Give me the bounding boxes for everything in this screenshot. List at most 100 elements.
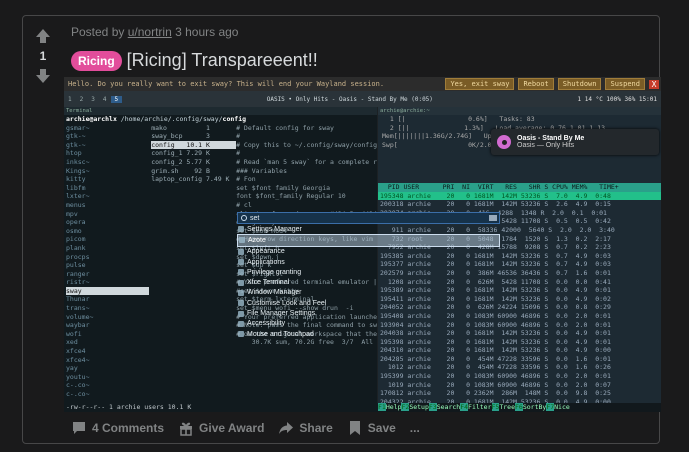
ranger-entry: procps — [66, 252, 90, 261]
launcher-result-label: Azote — [248, 236, 266, 244]
swaynag-reboot-button: Reboot — [518, 78, 554, 90]
bar-window-title: OASIS • Only Hits - Oasis - Stand By Me … — [266, 95, 433, 103]
ranger-entry: c-.co~ — [66, 390, 90, 398]
ranger-entry: inksc~ — [66, 157, 90, 166]
htop-fkey-label: Tree — [499, 403, 515, 412]
gift-icon — [180, 422, 193, 436]
post-flair[interactable]: Ricing — [71, 50, 122, 71]
launcher-result: Azote — [237, 234, 500, 247]
launcher-result-label: Mouse and Touchpad — [247, 330, 314, 338]
share-icon — [279, 422, 294, 434]
ranger-entry: menus — [66, 200, 86, 209]
ranger-entry: yay — [66, 364, 78, 373]
bookmark-icon — [349, 421, 360, 435]
mako-notification: Oasis - Stand By Me Oasis — Only Hits — [491, 129, 659, 155]
htop-process-row: 200318 archie 20 0 1681M 142M 53236 S 2.… — [380, 200, 611, 209]
share-button[interactable]: Share — [278, 420, 333, 436]
author-link[interactable]: u/nortrin — [128, 25, 172, 39]
ranger-entry: sway_bcp 3 — [151, 132, 210, 141]
give-award-button[interactable]: Give Award — [178, 420, 264, 436]
htop-fkey-label: SortBy — [522, 403, 547, 412]
config-line: # Default config for sway — [236, 123, 334, 132]
app-icon — [238, 331, 244, 338]
config-line: # Read `man 5 sway` for a complete r — [236, 157, 377, 166]
ranger-entry: waybar — [66, 321, 90, 330]
htop-fkey: F7 — [546, 403, 555, 412]
terminal-title: archie@archie:~ — [378, 107, 661, 115]
ranger-entry: volume~ — [66, 312, 94, 321]
swaynag-shutdown-button: Shutdown — [557, 78, 602, 90]
ranger-entry: ristr~ — [66, 278, 90, 287]
ranger-entry: lxter~ — [66, 192, 90, 201]
app-icon — [238, 226, 244, 233]
swaynag-close-button: X — [649, 79, 659, 89]
upvote-button[interactable] — [33, 26, 53, 46]
workspace-button: 3 — [91, 95, 95, 103]
comments-button[interactable]: 4 Comments — [71, 420, 164, 436]
launcher-result: Window Manager — [237, 288, 500, 298]
ranger-parent-column: gsmar~ gtk-~ gtk-~ htop inksc~ Kings~ kitty lib… — [64, 123, 150, 399]
launcher-result: Appearance — [237, 247, 500, 257]
swaynag-bar: Hello. Do you really want to exit sway? … — [64, 77, 661, 91]
launcher-result-label: Appearance — [247, 248, 285, 256]
swaynag-exit-button: Yes, exit sway — [445, 78, 515, 90]
ranger-entry: libfm — [66, 183, 86, 192]
config-line: ### Variables — [236, 166, 287, 175]
notification-subtitle: Oasis — Only Hits — [517, 142, 575, 149]
post-meta: Posted by u/nortrin 3 hours ago — [71, 25, 238, 39]
post-card: 1 Posted by u/nortrin 3 hours ago Ricing… — [22, 15, 661, 444]
app-icon — [239, 237, 245, 244]
launcher-result: Xfce Terminal — [237, 277, 500, 287]
search-icon — [241, 215, 247, 221]
workspace-button: 1 — [68, 95, 72, 103]
downvote-button[interactable] — [33, 66, 53, 86]
ranger-entry: gtk-~ — [66, 132, 86, 141]
vote-score: 1 — [39, 49, 47, 63]
ranger-current-column: mako 1 sway_bcp 3 config 10.1 Kconfig_1 7.… — [149, 123, 237, 399]
ranger-entry: pulse — [66, 261, 86, 270]
bar-stats: 1 14 °C 100% 36% 15:01 — [577, 95, 657, 103]
app-icon — [238, 269, 244, 276]
app-icon — [238, 310, 244, 317]
post-title[interactable]: [Ricing] Transpareeent!! — [127, 50, 318, 71]
htop-fkey: F6 — [515, 403, 523, 412]
ranger-entry: xfce4 — [66, 347, 86, 356]
ranger-entry: picom — [66, 235, 86, 244]
workspace-button: 5 — [110, 95, 123, 103]
ranger-entry: sway — [66, 286, 150, 296]
htop-fkey-label: Nice — [554, 403, 570, 412]
ranger-entry: gsmar~ — [66, 123, 90, 132]
launcher-query: set — [250, 214, 260, 222]
launcher-result-label: Applications — [247, 258, 285, 266]
ranger-entry: opera — [66, 218, 86, 227]
ranger-entry: ranger — [66, 269, 90, 278]
app-icon — [238, 259, 244, 266]
config-line: # — [236, 149, 241, 158]
give-award-label: Give Award — [199, 421, 265, 435]
ranger-entry: mako 1 — [151, 123, 210, 132]
upvote-icon — [36, 29, 50, 43]
ranger-entry: xfce4~ — [66, 355, 90, 364]
save-button[interactable]: Save — [347, 420, 396, 436]
htop-meter-line: 1 [| 0.6%] Tasks: 83 — [382, 115, 535, 123]
launcher-result-label: Accessibility — [247, 320, 286, 328]
post-time: 3 hours ago — [175, 25, 239, 39]
config-line: font $font_family Regular 10 — [236, 192, 346, 201]
ranger-entry: osmo — [66, 226, 82, 235]
more-options-button[interactable]: ... — [410, 421, 420, 435]
comment-icon — [73, 422, 85, 434]
workspace-button: 4 — [102, 95, 107, 103]
post-image[interactable]: Hello. Do you really want to exit sway? … — [64, 77, 661, 412]
waybar: 12345 OASIS • Only Hits - Oasis - Stand … — [64, 91, 661, 107]
ranger-entry: config 10.1 K — [151, 140, 237, 150]
workspace-button: 2 — [79, 95, 84, 103]
ranger-entry: xed — [66, 338, 78, 347]
config-line: # cl — [236, 200, 252, 209]
ranger-entry: config_1 7.29 K — [151, 149, 210, 158]
config-line: set $font family Georgia — [236, 183, 331, 192]
post-actions: 4 Comments Give Award Share Save ... — [71, 420, 434, 436]
app-icon — [238, 300, 244, 307]
app-icon — [238, 279, 244, 286]
launcher-result-label: Xfce Terminal — [247, 279, 290, 287]
config-line: # Fon — [236, 175, 256, 184]
